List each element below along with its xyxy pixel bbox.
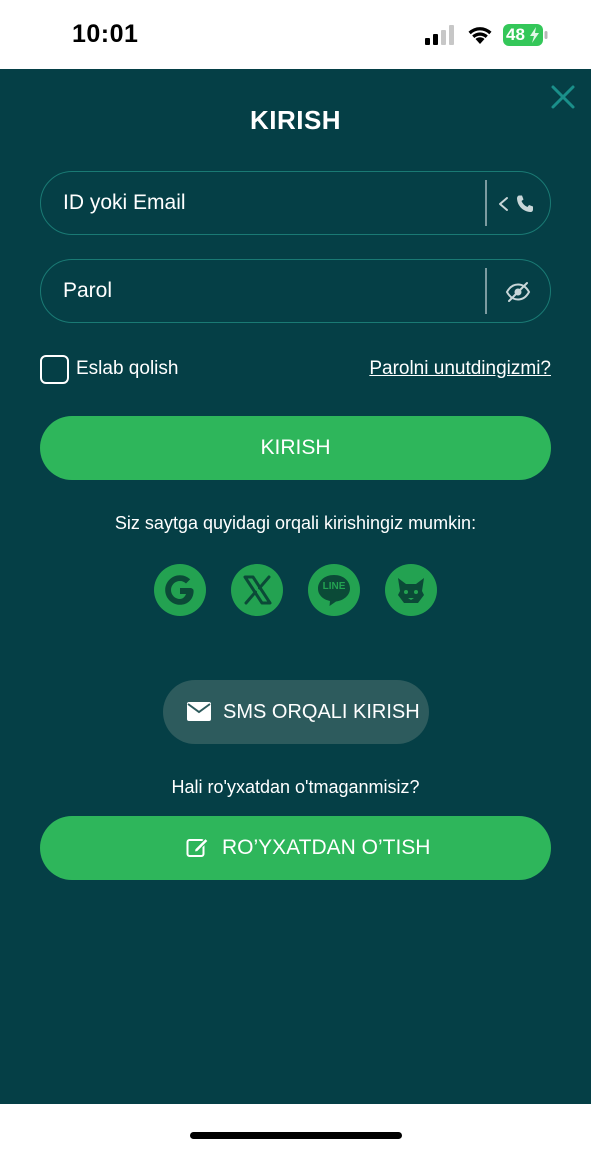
id-email-input[interactable] bbox=[63, 172, 463, 234]
battery-charging-icon: 48 bbox=[502, 23, 548, 47]
home-area bbox=[0, 1104, 591, 1150]
password-field bbox=[40, 259, 551, 323]
social-caption: Siz saytga quyidagi orqali kirishingiz m… bbox=[114, 513, 477, 533]
forgot-password-link[interactable]: Parolni unutdingizmi? bbox=[369, 358, 551, 380]
password-input[interactable] bbox=[63, 260, 463, 322]
field-divider bbox=[485, 268, 487, 314]
status-bar: 10:01 48 bbox=[0, 0, 591, 69]
line-icon[interactable]: LINE bbox=[308, 564, 360, 616]
fox-icon[interactable] bbox=[385, 564, 437, 616]
status-time: 10:01 bbox=[72, 20, 139, 48]
edit-icon bbox=[186, 837, 209, 857]
login-button[interactable]: KIRISH bbox=[40, 416, 551, 480]
remember-checkbox[interactable] bbox=[40, 355, 69, 384]
register-caption: Hali ro'yxatdan o'tmaganmisiz? bbox=[171, 777, 420, 797]
google-icon[interactable] bbox=[154, 564, 206, 616]
home-indicator[interactable] bbox=[190, 1132, 402, 1139]
page-title: KIRISH bbox=[249, 105, 342, 135]
envelope-icon bbox=[187, 702, 211, 721]
phone-icon[interactable] bbox=[515, 190, 535, 218]
signal-icon bbox=[425, 25, 454, 45]
wifi-icon bbox=[468, 27, 492, 44]
remember-label: Eslab qolish bbox=[76, 358, 179, 379]
battery-level: 48 bbox=[506, 25, 525, 44]
field-divider bbox=[485, 180, 487, 226]
register-label: RO’YXATDAN O’TISH bbox=[222, 836, 431, 859]
id-email-field bbox=[40, 171, 551, 235]
line-label: LINE bbox=[322, 581, 346, 592]
chevron-left-icon[interactable] bbox=[497, 190, 511, 218]
eye-off-icon[interactable] bbox=[505, 278, 531, 306]
x-icon[interactable] bbox=[231, 564, 283, 616]
sms-login-label: SMS ORQALI KIRISH bbox=[223, 701, 420, 723]
register-button[interactable]: RO’YXATDAN O’TISH bbox=[40, 816, 551, 880]
login-panel: KIRISH Eslab qolish Parolni unutdingizmi… bbox=[0, 69, 591, 1104]
sms-login-button[interactable]: SMS ORQALI KIRISH bbox=[163, 680, 429, 744]
